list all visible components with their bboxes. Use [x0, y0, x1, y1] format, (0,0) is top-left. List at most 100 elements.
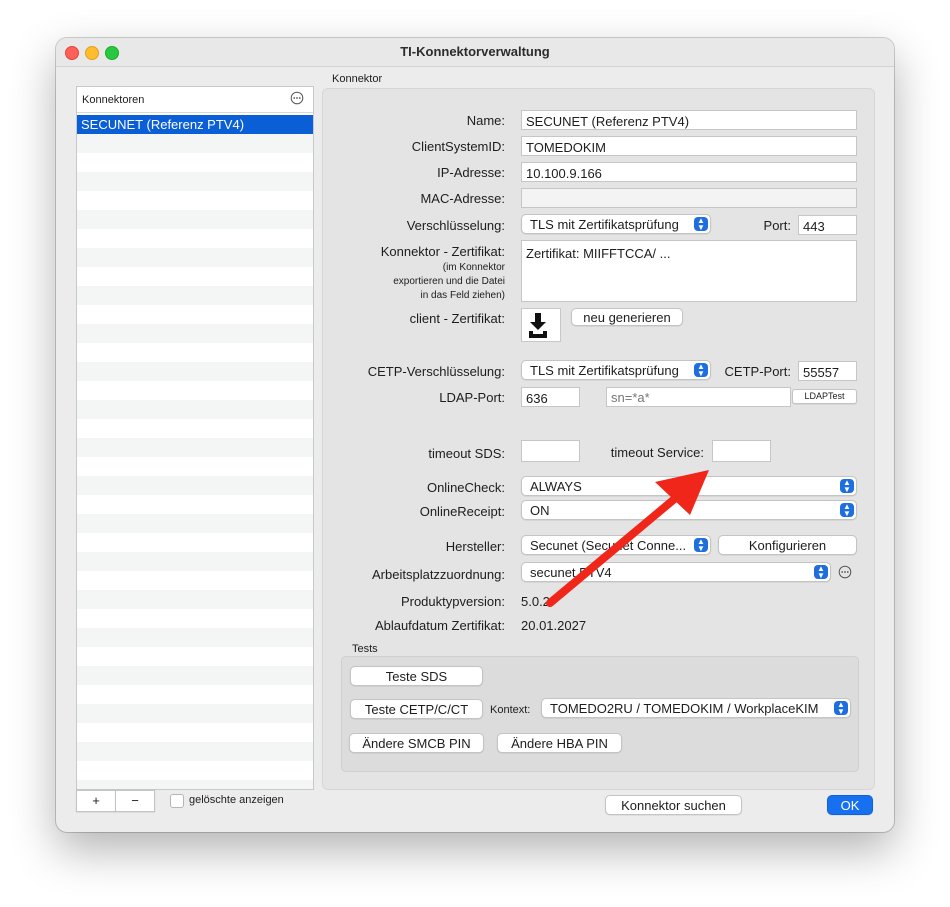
empty-list-row[interactable] — [77, 229, 313, 248]
empty-list-row[interactable] — [77, 400, 313, 419]
timeout-service-field[interactable] — [712, 440, 771, 462]
timeout-sds-label: timeout SDS: — [428, 446, 505, 461]
tests-section-label: Tests — [352, 643, 378, 655]
ok-button[interactable]: OK — [827, 795, 873, 815]
empty-list-row[interactable] — [77, 191, 313, 210]
mac-address-field — [521, 188, 857, 208]
cetp-port-label: CETP-Port: — [724, 364, 791, 379]
empty-list-row[interactable] — [77, 723, 313, 742]
online-receipt-value: ON — [530, 503, 550, 518]
empty-list-row[interactable] — [77, 704, 313, 723]
ldap-filter-input[interactable] — [606, 387, 791, 407]
client-cert-well[interactable] — [521, 308, 561, 342]
ip-address-field[interactable]: 10.100.9.166 — [521, 162, 857, 182]
chevron-updown-icon: ▲ ▼ — [840, 479, 854, 494]
workplace-label: Arbeitsplatzzuordnung: — [372, 567, 505, 582]
list-header: Konnektoren — [77, 87, 313, 113]
empty-list-row[interactable] — [77, 647, 313, 666]
list-item[interactable]: SECUNET (Referenz PTV4) — [77, 115, 313, 134]
cetp-port-field[interactable]: 55557 — [798, 361, 857, 381]
empty-list-row[interactable] — [77, 438, 313, 457]
encryption-popup[interactable]: TLS mit Zertifikatsprüfung ▲ ▼ — [521, 214, 711, 234]
online-check-label: OnlineCheck: — [426, 480, 505, 495]
cetp-encryption-popup[interactable]: TLS mit Zertifikatsprüfung ▲ ▼ — [521, 360, 711, 380]
ldap-test-button[interactable]: LDAPTest — [792, 389, 857, 404]
encryption-label: Verschlüsselung: — [406, 218, 505, 233]
name-field[interactable]: SECUNET (Referenz PTV4) — [521, 110, 857, 130]
empty-list-row[interactable] — [77, 742, 313, 761]
port-label: Port: — [763, 218, 791, 233]
empty-list-row[interactable] — [77, 305, 313, 324]
empty-list-row[interactable] — [77, 609, 313, 628]
empty-list-row[interactable] — [77, 210, 313, 229]
online-check-popup[interactable]: ALWAYS ▲ ▼ — [521, 476, 857, 496]
cetp-encryption-label: CETP-Verschlüsselung: — [367, 364, 505, 379]
port-field[interactable]: 443 — [798, 215, 857, 235]
manufacturer-label: Hersteller: — [445, 539, 505, 554]
ldap-port-field[interactable]: 636 — [521, 387, 580, 407]
workplace-popup[interactable]: secunet PTV4 ▲ ▼ — [521, 562, 831, 582]
ellipsis-circle-icon[interactable] — [838, 565, 852, 579]
empty-list-row[interactable] — [77, 362, 313, 381]
client-system-id-label: ClientSystemID: — [411, 139, 505, 154]
test-sds-button[interactable]: Teste SDS — [350, 666, 483, 686]
empty-list-row[interactable] — [77, 457, 313, 476]
configure-button[interactable]: Konfigurieren — [718, 535, 857, 555]
empty-list-row[interactable] — [77, 267, 313, 286]
context-popup[interactable]: TOMEDO2RU / TOMEDOKIM / WorkplaceKIM ▲ ▼ — [541, 698, 851, 718]
empty-list-row[interactable] — [77, 552, 313, 571]
empty-list-row[interactable] — [77, 343, 313, 362]
konnektor-list[interactable]: Konnektoren SECUNET (Referenz PTV4) — [76, 86, 314, 790]
empty-list-row[interactable] — [77, 761, 313, 780]
window-title: TI-Konnektorverwaltung — [400, 44, 550, 59]
online-receipt-popup[interactable]: ON ▲ ▼ — [521, 500, 857, 520]
download-tray-icon — [529, 313, 547, 338]
konnektor-cert-hint-2: exportieren und die Datei — [393, 276, 505, 287]
empty-list-row[interactable] — [77, 780, 313, 789]
search-konnektor-button[interactable]: Konnektor suchen — [605, 795, 742, 815]
empty-list-row[interactable] — [77, 153, 313, 172]
manufacturer-popup[interactable]: Secunet (Secunet Conne... ▲ ▼ — [521, 535, 711, 555]
workplace-value: secunet PTV4 — [530, 565, 612, 580]
empty-list-row[interactable] — [77, 571, 313, 590]
client-system-id-field[interactable]: TOMEDOKIM — [521, 136, 857, 156]
context-value: TOMEDO2RU / TOMEDOKIM / WorkplaceKIM — [550, 701, 819, 716]
online-check-value: ALWAYS — [530, 479, 582, 494]
change-smcb-pin-button[interactable]: Ändere SMCB PIN — [349, 733, 484, 753]
timeout-sds-field[interactable] — [521, 440, 580, 462]
ellipsis-circle-icon[interactable] — [290, 91, 304, 105]
empty-list-row[interactable] — [77, 286, 313, 305]
empty-list-row[interactable] — [77, 419, 313, 438]
empty-list-row[interactable] — [77, 476, 313, 495]
empty-list-row[interactable] — [77, 590, 313, 609]
manufacturer-value: Secunet (Secunet Conne... — [530, 538, 687, 553]
empty-list-row[interactable] — [77, 533, 313, 552]
empty-list-row[interactable] — [77, 324, 313, 343]
show-deleted-checkbox[interactable] — [170, 794, 184, 808]
empty-list-row[interactable] — [77, 666, 313, 685]
product-version-value: 5.0.2 — [521, 594, 550, 609]
add-konnektor-button[interactable]: + — [76, 790, 116, 812]
empty-list-row[interactable] — [77, 495, 313, 514]
title-bar: TI-Konnektorverwaltung — [56, 38, 894, 67]
remove-konnektor-button[interactable]: − — [115, 790, 155, 812]
chevron-updown-icon: ▲ ▼ — [694, 538, 708, 553]
empty-list-row[interactable] — [77, 514, 313, 533]
konnektor-cert-hint-1: (im Konnektor — [442, 262, 505, 273]
timeout-service-label: timeout Service: — [610, 445, 704, 460]
change-hba-pin-button[interactable]: Ändere HBA PIN — [497, 733, 622, 753]
test-cetp-button[interactable]: Teste CETP/C/CT — [350, 699, 483, 719]
empty-list-row[interactable] — [77, 172, 313, 191]
list-header-label: Konnektoren — [82, 94, 145, 106]
regenerate-cert-button[interactable]: neu generieren — [571, 308, 683, 326]
cert-expiry-label: Ablaufdatum Zertifikat: — [374, 618, 505, 633]
empty-list-row[interactable] — [77, 134, 313, 153]
empty-list-row[interactable] — [77, 628, 313, 647]
chevron-updown-icon: ▲ ▼ — [840, 503, 854, 518]
konnektor-cert-field[interactable]: Zertifikat: MIIFFTCCA/ ... — [521, 240, 857, 302]
empty-list-row[interactable] — [77, 381, 313, 400]
empty-list-row[interactable] — [77, 685, 313, 704]
konnektor-cert-hint-3: in das Feld ziehen) — [420, 290, 506, 301]
empty-list-row[interactable] — [77, 248, 313, 267]
ldap-port-label: LDAP-Port: — [439, 390, 505, 405]
